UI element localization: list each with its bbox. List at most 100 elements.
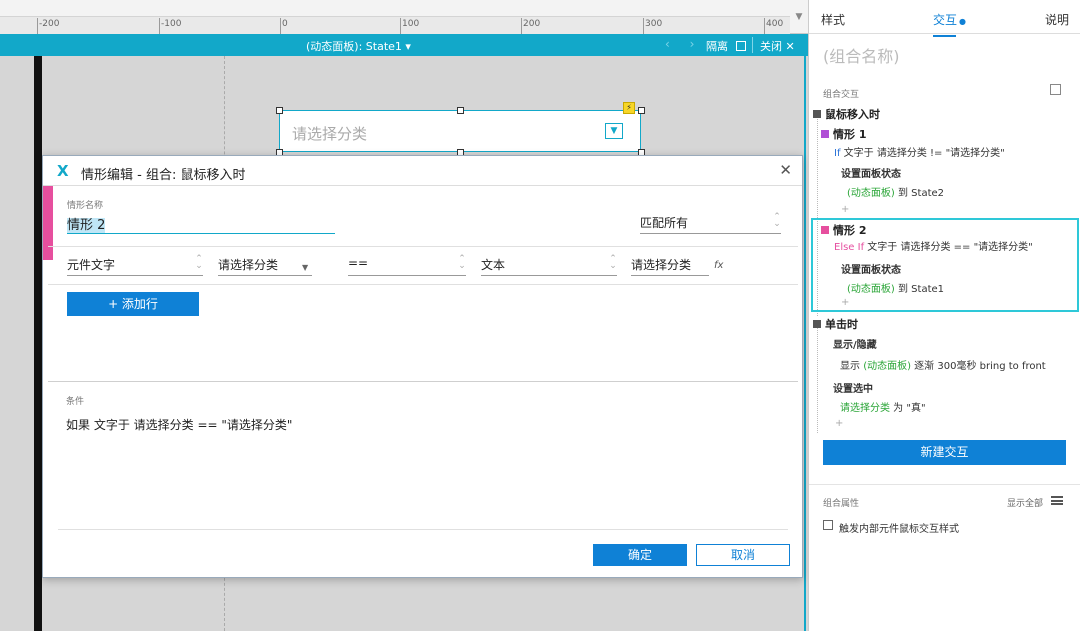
case-color-bar [43, 186, 53, 260]
horizontal-ruler: -200 -100 0 100 200 300 400 ▼ [0, 0, 808, 34]
case-2-action[interactable]: 设置面板状态 [841, 261, 901, 276]
close-panel-button[interactable]: 关闭 ✕ [760, 38, 795, 54]
close-icon[interactable]: ✕ [779, 161, 792, 179]
divider [809, 484, 1080, 485]
case-collapse-icon [821, 226, 829, 234]
target-name: (动态面板) [847, 188, 895, 199]
case-1-action-target[interactable]: (动态面板) 到 State2 [847, 184, 944, 199]
ruler-label: -100 [161, 19, 182, 29]
state-nav-arrows-icon[interactable]: ‹ › [665, 37, 702, 51]
canvas-left-edge [34, 56, 42, 631]
show-all-link[interactable]: 显示全部 [1007, 496, 1043, 509]
tree-line [817, 325, 818, 433]
condition-label: 条件 [66, 397, 85, 407]
ruler-label: 400 [766, 19, 784, 29]
condition-keyword: Else If [834, 242, 865, 253]
condition-field-2-value: 请选择分类 [218, 258, 279, 272]
value-input-value: 请选择分类 [631, 258, 692, 272]
case-editor-dialog: X 情形编辑 - 组合: 鼠标移入时 ✕ 情形名称 情形 2 匹配所有 ⌃ ⌄ 元… [42, 155, 803, 578]
spinner-icon: ⌃ ⌄ [609, 254, 617, 271]
condition-field-2[interactable]: 请选择分类 [218, 256, 312, 276]
ruler-label: 0 [282, 19, 288, 29]
target-name: (动态面板) [847, 284, 895, 295]
click-action-1-detail[interactable]: 显示 (动态面板) 逐渐 300毫秒 bring to front [840, 357, 1046, 372]
click-action-1[interactable]: 显示/隐藏 [833, 336, 877, 351]
isolate-icon [735, 41, 746, 51]
inspector-panel: 样式 交互 ● 说明 (组合名称) 组合交互 鼠标移入时 情形 1 If 文字于 … [808, 0, 1080, 631]
resize-handle[interactable] [276, 107, 283, 114]
event-click[interactable]: 单击时 [813, 316, 858, 332]
condition-field-1[interactable]: 元件文字 ⌃ ⌄ [67, 254, 203, 276]
spinner-icon: ⌃ ⌄ [773, 212, 781, 229]
tab-notes[interactable]: 说明 [1045, 11, 1069, 28]
case-1-condition[interactable]: If 文字于 请选择分类 != "请选择分类" [834, 144, 1005, 159]
spinner-icon: ⌃ ⌄ [195, 254, 203, 271]
condition-text: 文字于 请选择分类 != "请选择分类" [840, 148, 1005, 159]
tab-interactions[interactable]: 交互 ● [933, 11, 966, 37]
state-selector[interactable]: (动态面板): State1 ▾ [306, 38, 411, 54]
trigger-mouse-styles-checkbox[interactable] [823, 520, 833, 530]
resize-handle[interactable] [457, 107, 464, 114]
ruler-strip [0, 16, 790, 34]
new-interaction-button[interactable]: 新建交互 [823, 440, 1066, 465]
isolate-label: 隔离 [706, 40, 728, 53]
target-name: (动态面板) [863, 361, 911, 372]
fx-icon[interactable]: fx [714, 260, 723, 271]
event-mouse-enter-label: 鼠标移入时 [825, 108, 880, 121]
event-click-label: 单击时 [825, 318, 858, 331]
condition-description: 如果 文字于 请选择分类 == "请选择分类" [66, 418, 293, 432]
condition-field-1-value: 元件文字 [67, 258, 116, 272]
add-action-icon[interactable]: + [841, 297, 849, 308]
divider [48, 246, 798, 247]
ok-button[interactable]: 确定 [593, 544, 687, 566]
expand-dialog-icon[interactable] [1050, 84, 1061, 95]
isolate-button[interactable]: 隔离 [706, 38, 746, 54]
group-interactions-label: 组合交互 [823, 90, 860, 100]
target-detail: 到 State2 [894, 188, 945, 199]
operator-select[interactable]: == ⌃ ⌄ [348, 254, 466, 276]
chevron-down-icon[interactable]: ▼ [605, 123, 623, 139]
lightning-icon[interactable]: ⚡ [623, 102, 635, 114]
click-action-2[interactable]: 设置选中 [833, 380, 873, 395]
dialog-title-bar[interactable]: X 情形编辑 - 组合: 鼠标移入时 ✕ [43, 156, 802, 186]
ruler-scroll-down-icon[interactable]: ▼ [790, 0, 808, 34]
dropdown-placeholder: 请选择分类 [292, 125, 368, 143]
detail-post: 为 "真" [890, 403, 926, 414]
case-2-label: 情形 2 [833, 224, 867, 237]
menu-icon[interactable] [1051, 496, 1063, 505]
value-input[interactable]: 请选择分类 [631, 256, 709, 276]
match-all-select[interactable]: 匹配所有 ⌃ ⌄ [640, 212, 781, 234]
value-type-select[interactable]: 文本 ⌃ ⌄ [481, 254, 617, 276]
spinner-icon: ⌃ ⌄ [458, 254, 466, 271]
active-dot-icon: ● [959, 17, 966, 26]
add-action-icon[interactable]: + [841, 204, 849, 215]
ruler-label: 200 [523, 19, 541, 29]
tab-style[interactable]: 样式 [821, 11, 845, 28]
dropdown-arrow-icon[interactable]: ▼ [302, 263, 308, 272]
canvas-right-border [804, 56, 806, 631]
add-action-icon[interactable]: + [835, 418, 843, 429]
category-dropdown-widget[interactable]: 请选择分类 ▼ [279, 110, 641, 152]
dynamic-panel-bar: (动态面板): State1 ▾ ‹ › 隔离 关闭 ✕ [0, 34, 808, 56]
event-mouse-enter[interactable]: 鼠标移入时 [813, 106, 880, 122]
match-select-value: 匹配所有 [640, 216, 689, 230]
resize-handle[interactable] [638, 107, 645, 114]
collapse-icon [813, 110, 821, 118]
case-2-condition[interactable]: Else If 文字于 请选择分类 == "请选择分类" [834, 238, 1033, 253]
axure-logo-icon: X [57, 162, 69, 180]
click-action-2-detail[interactable]: 请选择分类 为 "真" [840, 399, 926, 414]
add-row-button[interactable]: + 添加行 [67, 292, 199, 316]
case-2[interactable]: 情形 2 [821, 222, 866, 238]
case-1-action[interactable]: 设置面板状态 [841, 165, 901, 180]
inspector-tabs: 样式 交互 ● 说明 [809, 0, 1080, 37]
dialog-title: 情形编辑 - 组合: 鼠标移入时 [81, 168, 246, 183]
case-1[interactable]: 情形 1 [821, 126, 866, 142]
case-name-input[interactable]: 情形 2 [67, 214, 335, 234]
detail-post: 逐渐 300毫秒 bring to front [911, 361, 1046, 372]
target-name: 请选择分类 [840, 403, 890, 414]
cancel-button[interactable]: 取消 [696, 544, 790, 566]
case-2-action-target[interactable]: (动态面板) 到 State1 [847, 280, 944, 295]
case-1-label: 情形 1 [833, 128, 867, 141]
case-name-value: 情形 2 [67, 218, 106, 233]
group-name-input[interactable]: (组合名称) [823, 43, 900, 67]
